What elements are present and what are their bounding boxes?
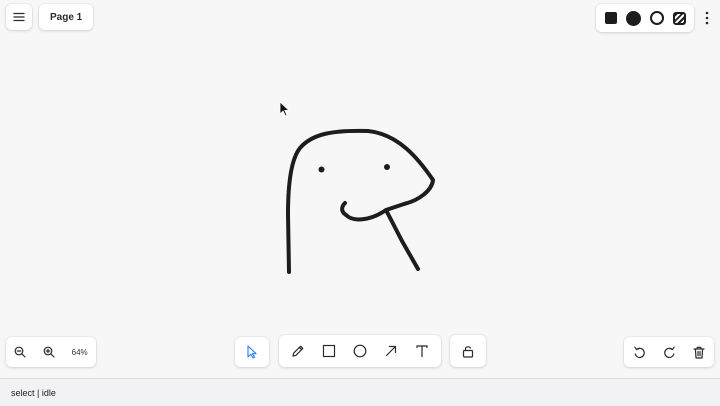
sketch-neck — [384, 208, 420, 271]
trash-icon — [693, 346, 705, 359]
dashed-pattern-icon — [672, 11, 686, 25]
filled-square-icon — [604, 12, 617, 24]
drawing-canvas[interactable] — [0, 0, 720, 378]
text-tool-button[interactable] — [415, 344, 429, 358]
ellipse-tool-button[interactable] — [353, 344, 367, 358]
menu-button[interactable] — [6, 4, 32, 30]
zoom-in-icon — [43, 346, 55, 358]
ellipse-icon — [353, 344, 367, 358]
page-menu-button[interactable]: Page 1 — [39, 4, 94, 30]
sketch-mouth-curl — [340, 201, 348, 217]
sketch-right-eye — [384, 164, 390, 170]
zoom-out-button[interactable] — [14, 346, 26, 358]
lock-tool-button[interactable] — [462, 345, 474, 358]
color-button[interactable] — [625, 10, 641, 26]
redo-icon — [663, 346, 676, 359]
stroke-style-button[interactable] — [649, 11, 664, 25]
ring-icon — [649, 11, 664, 25]
undo-icon — [633, 346, 646, 359]
lock-icon — [462, 345, 474, 358]
history-panel — [624, 337, 714, 367]
pencil-icon — [291, 344, 305, 358]
rectangle-tool-button[interactable] — [322, 344, 336, 358]
vertical-ellipsis-icon — [705, 11, 709, 25]
rectangle-icon — [322, 344, 336, 358]
arrow-icon — [384, 344, 398, 358]
dash-style-button[interactable] — [672, 11, 686, 25]
undo-button[interactable] — [633, 346, 646, 359]
status-bar: select | idle — [0, 378, 720, 406]
delete-button[interactable] — [693, 346, 705, 359]
status-text: select | idle — [11, 387, 56, 398]
pencil-tool-button[interactable] — [291, 344, 305, 358]
text-icon — [415, 344, 429, 358]
zoom-in-button[interactable] — [43, 346, 55, 358]
zoom-level[interactable]: 64% — [72, 348, 88, 357]
zoom-out-icon — [14, 346, 26, 358]
style-panel — [596, 4, 694, 32]
page-label: Page 1 — [50, 11, 83, 23]
filled-circle-icon — [625, 10, 641, 26]
select-tool-panel — [235, 337, 269, 367]
redo-button[interactable] — [663, 346, 676, 359]
sketch-left-eye — [318, 166, 325, 173]
arrow-tool-button[interactable] — [384, 344, 398, 358]
zoom-panel: 64% — [6, 337, 96, 367]
sketch-head-outline — [286, 128, 435, 274]
hamburger-menu-icon — [13, 12, 25, 22]
lock-tool-panel — [450, 335, 486, 367]
fill-style-button[interactable] — [604, 12, 617, 24]
select-tool-button[interactable] — [246, 345, 258, 359]
drawing-tools-panel — [279, 335, 441, 367]
cursor-arrow-icon — [246, 345, 258, 359]
mouse-cursor-icon — [279, 101, 291, 117]
more-options-button[interactable] — [698, 8, 716, 28]
